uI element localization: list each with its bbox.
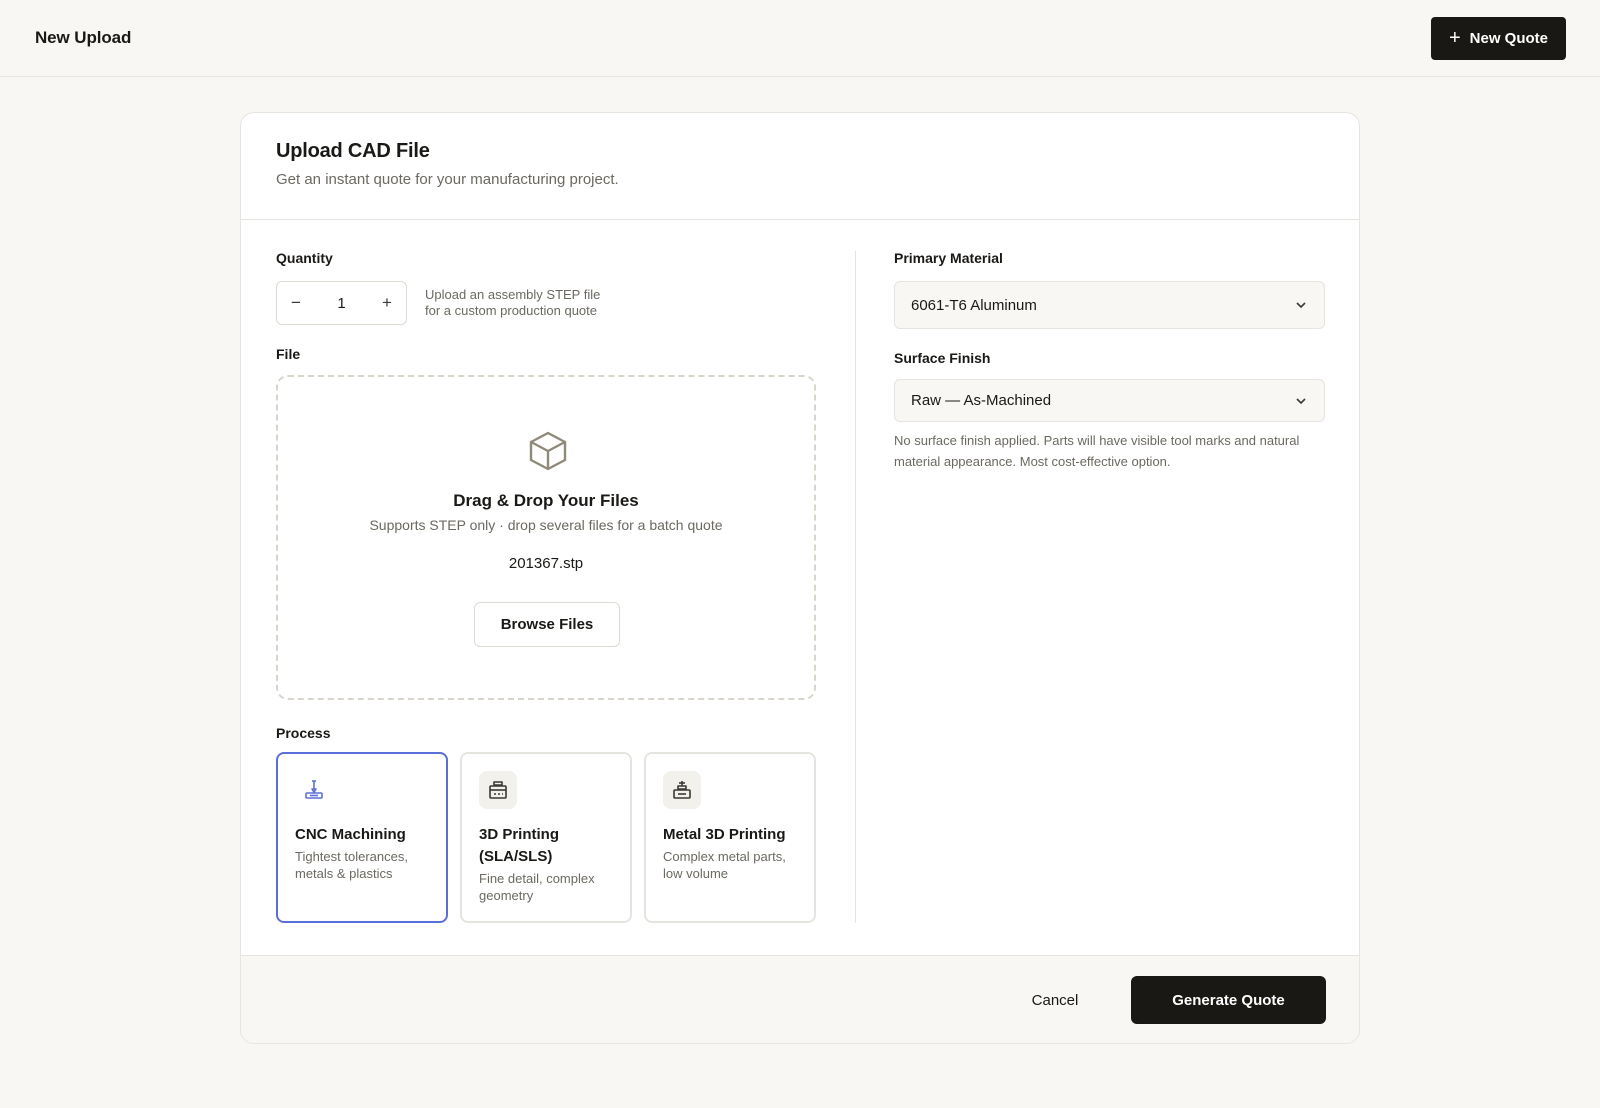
quantity-help: Upload an assembly STEP file for a custo…: [425, 287, 600, 319]
increment-button[interactable]: +: [368, 293, 406, 313]
metal-printer-icon: [663, 771, 701, 809]
finish-help: No surface finish applied. Parts will ha…: [894, 433, 1300, 469]
column-divider: [855, 251, 856, 923]
cancel-button[interactable]: Cancel: [1020, 978, 1090, 1023]
card-header: Upload CAD File Get an instant quote for…: [241, 113, 1359, 220]
material-label: Primary Material: [894, 250, 1003, 266]
plus-icon: +: [1448, 26, 1461, 49]
process-title: CNC Machining: [295, 826, 406, 843]
process-option-3d-printing[interactable]: 3D Printing (SLA/SLS) Fine detail, compl…: [460, 752, 632, 923]
process-option-cnc[interactable]: CNC Machining Tightest tolerances, metal…: [276, 752, 448, 923]
new-quote-button[interactable]: + New Quote: [1431, 17, 1566, 60]
finish-label: Surface Finish: [894, 350, 991, 366]
process-desc: Fine detail, complex geometry: [479, 871, 595, 903]
chevron-down-icon: [1296, 397, 1306, 404]
material-value: 6061-T6 Aluminum: [911, 296, 1037, 314]
dropzone-title: Drag & Drop Your Files: [453, 491, 639, 510]
quantity-value[interactable]: 1: [315, 295, 368, 312]
process-option-metal-3d[interactable]: Metal 3D Printing Complex metal parts, l…: [644, 752, 816, 923]
process-title: 3D Printing (SLA/SLS): [479, 826, 560, 865]
process-desc: Tightest tolerances, metals & plastics: [295, 849, 408, 881]
page-title: New Upload: [35, 28, 132, 47]
file-label: File: [276, 346, 301, 362]
process-label: Process: [276, 725, 331, 741]
quantity-label: Quantity: [276, 250, 333, 266]
generate-quote-button[interactable]: Generate Quote: [1131, 976, 1326, 1024]
quantity-help-line2: for a custom production quote: [425, 303, 597, 318]
cnc-mill-icon: [295, 771, 333, 809]
top-bar: New Upload + New Quote: [0, 0, 1600, 77]
card-subtitle: Get an instant quote for your manufactur…: [276, 171, 619, 188]
finish-select[interactable]: Raw — As-Machined: [894, 379, 1325, 422]
upload-card: Upload CAD File Get an instant quote for…: [240, 112, 1360, 1044]
new-quote-label: New Quote: [1469, 30, 1549, 47]
process-desc: Complex metal parts, low volume: [663, 849, 786, 881]
dropzone-subtitle: Supports STEP only · drop several files …: [369, 517, 723, 533]
file-dropzone[interactable]: Drag & Drop Your Files Supports STEP onl…: [276, 375, 816, 700]
chevron-down-icon: [1296, 302, 1306, 309]
cube-icon: [529, 431, 567, 471]
uploaded-filename: 201367.stp: [508, 555, 584, 572]
3d-printer-icon: [479, 771, 517, 809]
quantity-help-line1: Upload an assembly STEP file: [425, 287, 601, 302]
quantity-stepper: − 1 +: [276, 281, 407, 325]
finish-value: Raw — As-Machined: [911, 392, 1052, 409]
material-select[interactable]: 6061-T6 Aluminum: [894, 281, 1325, 329]
card-footer: Cancel Generate Quote: [241, 955, 1359, 1043]
process-title: Metal 3D Printing: [663, 826, 786, 843]
browse-files-button[interactable]: Browse Files: [474, 602, 620, 647]
card-title: Upload CAD File: [276, 140, 430, 162]
decrement-button[interactable]: −: [277, 293, 315, 313]
